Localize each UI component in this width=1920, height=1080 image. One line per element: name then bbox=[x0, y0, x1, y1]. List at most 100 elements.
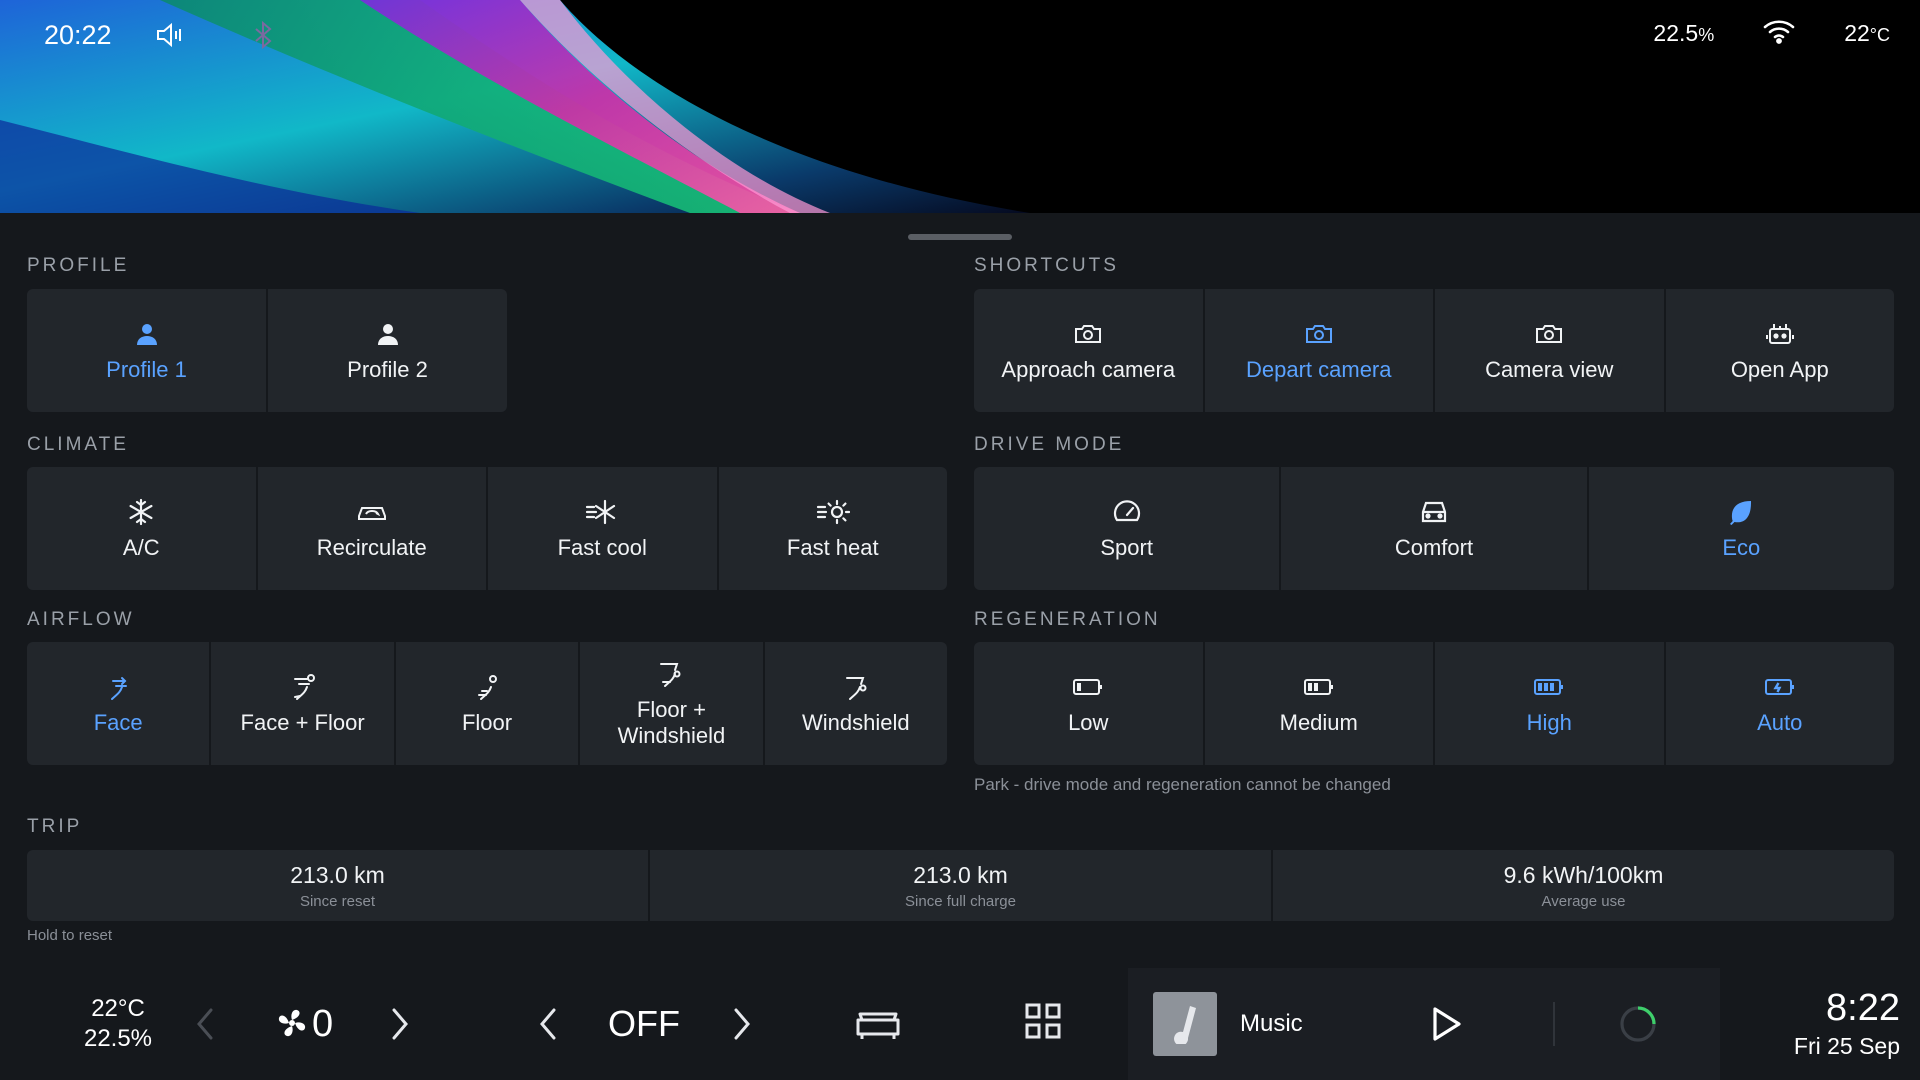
regen-medium-button[interactable]: Medium bbox=[1205, 642, 1435, 765]
airflow-floor-windshield-button[interactable]: Floor + Windshield bbox=[580, 642, 765, 765]
trip-label: Since reset bbox=[299, 892, 376, 910]
person-icon bbox=[375, 319, 401, 349]
depart-camera-button[interactable]: Depart camera bbox=[1205, 289, 1435, 412]
airflow-floor-icon bbox=[473, 672, 501, 702]
shortcut-label: Approach camera bbox=[1001, 356, 1176, 382]
camera-icon bbox=[1073, 319, 1103, 349]
clock-widget: 8:22 Fri 25 Sep bbox=[1760, 982, 1900, 1066]
battery-medium-icon bbox=[1303, 672, 1335, 702]
profile-1-button[interactable]: Profile 1 bbox=[27, 289, 268, 412]
person-icon bbox=[134, 319, 160, 349]
fan-icon bbox=[272, 998, 312, 1048]
bluetooth-icon[interactable] bbox=[246, 18, 280, 52]
climate-label: A/C bbox=[122, 534, 160, 560]
cabin-temperature: 22°C bbox=[91, 995, 145, 1022]
airflow-face-floor-button[interactable]: Face + Floor bbox=[211, 642, 396, 765]
trip-since-reset[interactable]: 213.0 km Since reset bbox=[27, 850, 650, 921]
robot-icon bbox=[1765, 319, 1795, 349]
camera-icon bbox=[1534, 319, 1564, 349]
trip-label: Average use bbox=[1541, 892, 1626, 910]
climate-label: Fast heat bbox=[786, 534, 879, 560]
approach-camera-button[interactable]: Approach camera bbox=[974, 289, 1205, 412]
airflow-face-floor-icon bbox=[289, 672, 317, 702]
media-divider bbox=[1553, 1002, 1555, 1046]
regen-low-button[interactable]: Low bbox=[974, 642, 1205, 765]
trip-value: 213.0 km bbox=[290, 861, 385, 888]
fast-heat-icon bbox=[816, 497, 850, 527]
status-temperature: 22°C bbox=[1844, 20, 1890, 46]
airflow-group: Face Face + Floor Floor Floor + Windshie… bbox=[27, 642, 947, 765]
regen-auto-button[interactable]: Auto bbox=[1666, 642, 1895, 765]
trip-average-use[interactable]: 9.6 kWh/100km Average use bbox=[1273, 850, 1894, 921]
regen-high-button[interactable]: High bbox=[1435, 642, 1666, 765]
camera-icon bbox=[1304, 319, 1334, 349]
regen-label: Medium bbox=[1279, 709, 1358, 735]
trip-group[interactable]: 213.0 km Since reset 213.0 km Since full… bbox=[27, 850, 1894, 921]
airflow-face-button[interactable]: Face bbox=[27, 642, 212, 765]
drive-mode-label: Sport bbox=[1100, 534, 1153, 560]
apps-grid-icon[interactable] bbox=[1022, 1000, 1064, 1042]
airflow-windshield-icon bbox=[842, 672, 870, 702]
ac-increase-icon[interactable] bbox=[727, 1004, 757, 1044]
wifi-icon[interactable] bbox=[1762, 18, 1796, 49]
profile-label: Profile 2 bbox=[347, 356, 428, 382]
trip-since-full-charge[interactable]: 213.0 km Since full charge bbox=[650, 850, 1273, 921]
seat-heater-icon[interactable] bbox=[852, 1000, 904, 1046]
snowflake-icon bbox=[127, 497, 155, 527]
airflow-label: Face + Floor bbox=[240, 709, 365, 735]
climate-label: Fast cool bbox=[557, 534, 647, 560]
trip-label: Since full charge bbox=[905, 892, 1016, 910]
recirculate-icon bbox=[356, 497, 388, 527]
fan-decrease-icon[interactable] bbox=[190, 1004, 220, 1044]
shortcut-label: Depart camera bbox=[1245, 356, 1392, 382]
drive-mode-title: DRIVE MODE bbox=[974, 434, 1125, 455]
regen-label: Auto bbox=[1757, 709, 1803, 735]
music-note-icon bbox=[1153, 992, 1217, 1056]
airflow-label-line2: Windshield bbox=[617, 722, 726, 748]
sport-mode-button[interactable]: Sport bbox=[974, 467, 1282, 590]
fan-increase-icon[interactable] bbox=[385, 1004, 415, 1044]
airflow-face-icon bbox=[104, 672, 132, 702]
panel-drag-handle[interactable] bbox=[908, 234, 1012, 240]
ac-state: OFF bbox=[608, 1003, 680, 1044]
wallpaper-area: 20:22 22.5% 22°C bbox=[0, 0, 1920, 213]
status-time: 20:22 bbox=[44, 19, 112, 50]
airflow-label: Face bbox=[93, 709, 143, 735]
shortcut-label: Open App bbox=[1730, 356, 1829, 382]
fan-speed: 0 bbox=[312, 1002, 334, 1045]
ac-button[interactable]: A/C bbox=[27, 467, 258, 590]
drive-mode-label: Comfort bbox=[1394, 534, 1474, 560]
fast-heat-button[interactable]: Fast heat bbox=[719, 467, 948, 590]
airflow-label: Floor bbox=[461, 709, 513, 735]
trip-value: 9.6 kWh/100km bbox=[1503, 861, 1664, 888]
airflow-floor-windshield-icon bbox=[657, 659, 685, 689]
trip-value: 213.0 km bbox=[913, 861, 1008, 888]
cabin-climate-readout[interactable]: 22°C 22.5% bbox=[70, 992, 166, 1056]
leaf-icon bbox=[1727, 497, 1755, 527]
fast-cool-button[interactable]: Fast cool bbox=[488, 467, 719, 590]
trip-hint: Hold to reset bbox=[27, 927, 113, 944]
regen-label: Low bbox=[1068, 709, 1109, 735]
shortcuts-group: Approach camera Depart camera Camera vie… bbox=[974, 289, 1894, 412]
media-label: Music bbox=[1240, 1010, 1303, 1037]
play-icon[interactable] bbox=[1426, 1002, 1466, 1046]
shortcuts-title: SHORTCUTS bbox=[974, 255, 1119, 276]
airflow-floor-button[interactable]: Floor bbox=[396, 642, 581, 765]
camera-view-button[interactable]: Camera view bbox=[1435, 289, 1666, 412]
profile-2-button[interactable]: Profile 2 bbox=[268, 289, 507, 412]
media-widget[interactable]: Music bbox=[1128, 968, 1720, 1080]
fast-cool-icon bbox=[585, 497, 619, 527]
eco-mode-button[interactable]: Eco bbox=[1589, 467, 1894, 590]
recirculate-button[interactable]: Recirculate bbox=[258, 467, 488, 590]
climate-group: A/C Recirculate Fast cool Fast heat bbox=[27, 467, 947, 590]
volume-mute-icon[interactable] bbox=[152, 18, 186, 52]
trip-title: TRIP bbox=[27, 816, 83, 837]
comfort-mode-button[interactable]: Comfort bbox=[1281, 467, 1589, 590]
open-app-button[interactable]: Open App bbox=[1666, 289, 1895, 412]
regeneration-title: REGENERATION bbox=[974, 609, 1161, 630]
battery-low-icon bbox=[1072, 672, 1104, 702]
airflow-label-line1: Floor + bbox=[636, 696, 706, 722]
ac-decrease-icon[interactable] bbox=[533, 1004, 563, 1044]
airflow-windshield-button[interactable]: Windshield bbox=[765, 642, 947, 765]
cabin-humidity: 22.5% bbox=[83, 1025, 153, 1052]
